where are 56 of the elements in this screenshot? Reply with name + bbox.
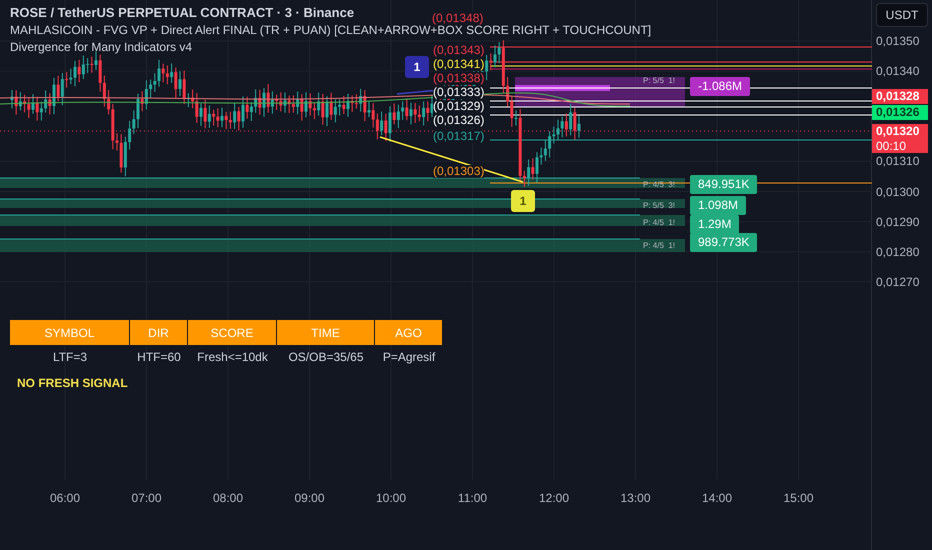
table-header-cell: SYMBOL	[10, 320, 130, 345]
time-axis-label: 06:00	[48, 490, 82, 507]
countdown-timer: 00:10	[876, 139, 908, 153]
time-axis-label: 14:00	[700, 490, 734, 507]
price-level-label: (0,01338)	[433, 72, 484, 85]
table-cell-text: HTF=60	[136, 349, 182, 366]
indicator-name: MAHLASICOIN - FVG VP + Direct Alert FINAL (TR + PUAN) [CLEAN+ARROW+BOX SCORE RIGHT + TOUCHCOUNT]	[10, 23, 652, 38]
chart-title: ROSE / TetherUS PERPETUAL CONTRACT · 3 · Binance	[10, 5, 354, 21]
table-header-cell: TIME	[277, 320, 375, 345]
price-axis-label: 0,01270	[876, 274, 920, 289]
price-tag-value: 0,01326	[876, 105, 920, 120]
time-axis-label: 15:00	[782, 490, 815, 507]
price-level-label: (0,01348)	[432, 12, 484, 25]
price-level-label: (0,01343)	[433, 44, 484, 57]
currency-button[interactable]: USDT	[876, 3, 928, 27]
price-level-label: (0,01326)	[433, 114, 484, 127]
price-axis-label: 0,01350	[876, 34, 920, 48]
price-axis-label: 0,01290	[876, 214, 920, 229]
volume-tag: 1.29M	[690, 215, 740, 234]
volume-tag: 849.951K	[690, 175, 758, 194]
price-axis-label: 0,01310	[876, 154, 920, 168]
indicator-name: Divergence for Many Indicators v4	[10, 39, 192, 55]
price-axis-label: 0,01280	[876, 244, 920, 259]
zone-score-label: P: 5/5 1!	[643, 76, 676, 86]
zone-score-label: P: 4/5 1!	[643, 241, 676, 251]
price-level-label: (0,01303)	[433, 165, 484, 178]
table-cell-text: Fresh<=10dk	[196, 349, 269, 366]
time-axis-label: 10:00	[374, 490, 408, 507]
table-header-cell: AGO	[375, 320, 443, 345]
price-level-label: (0,01341)	[433, 58, 484, 71]
price-tag-value: 0,01328	[876, 89, 920, 104]
table-header-cell: DIR	[130, 320, 188, 345]
price-axis-label: 0,01300	[876, 184, 920, 198]
price-level-label: (0,01329)	[433, 100, 484, 113]
time-axis-label: 12:00	[538, 490, 570, 507]
time-axis-label: 08:00	[212, 490, 244, 507]
table-cell-text: P=Agresif	[382, 349, 436, 366]
zone-score-label: P: 5/5 3!	[643, 201, 676, 211]
volume-tag: 989.773K	[690, 233, 758, 252]
signal-marker: 1	[511, 190, 535, 212]
price-tag-value: 0,01320	[876, 124, 920, 139]
time-axis-label: 13:00	[619, 490, 652, 507]
price-axis-label: 0,01340	[876, 64, 920, 78]
table-cell-text: OS/OB=35/65	[287, 349, 365, 366]
signal-status-text: NO FRESH SIGNAL	[17, 375, 128, 392]
volume-tag: -1.086M	[690, 77, 750, 96]
price-level-label: (0,01317)	[433, 130, 484, 143]
time-axis-label: 11:00	[456, 490, 488, 507]
table-cell-text: LTF=3	[52, 349, 88, 366]
signal-marker: 1	[405, 56, 429, 78]
price-level-label: (0,01333)	[433, 86, 484, 99]
time-axis-label: 07:00	[130, 490, 163, 507]
table-header-cell: SCORE	[188, 320, 277, 345]
time-axis-label: 09:00	[293, 490, 326, 507]
volume-tag: 1.098M	[690, 196, 746, 215]
zone-score-label: P: 4/5 1!	[643, 218, 676, 228]
